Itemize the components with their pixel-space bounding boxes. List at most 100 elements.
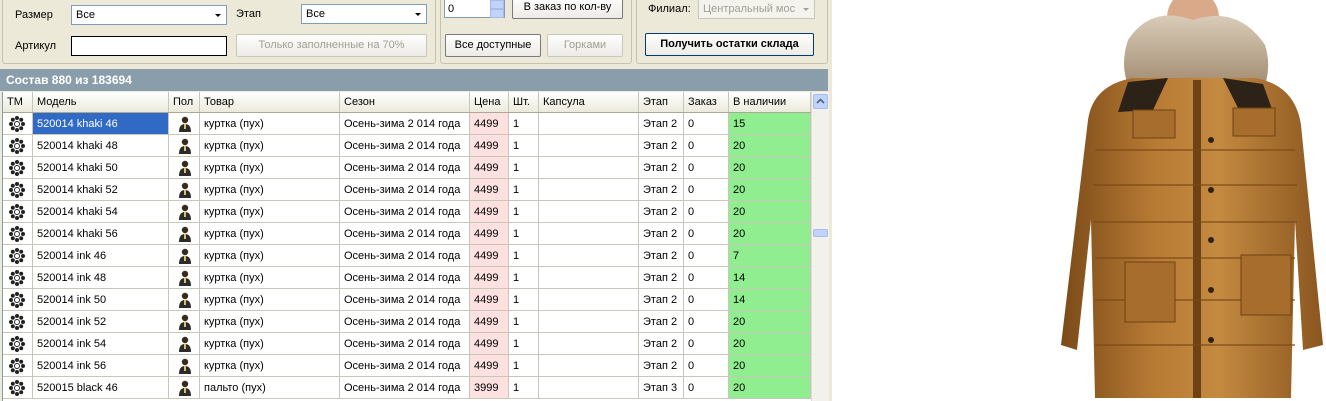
cell-order[interactable]: 0 [684, 157, 729, 179]
table-row[interactable]: 520014 khaki 56 куртка (пух) Осень-зима 2 … [3, 223, 811, 245]
cell-stage[interactable]: Этап 2 [639, 113, 684, 135]
brand-logo-icon[interactable] [3, 245, 33, 267]
cell-stock[interactable]: 20 [729, 223, 811, 245]
cell-model[interactable]: 520014 ink 48 [33, 267, 169, 289]
cell-qty[interactable]: 1 [509, 245, 539, 267]
brand-logo-icon[interactable] [3, 179, 33, 201]
spin-up-icon[interactable] [490, 0, 504, 9]
cell-season[interactable]: Осень-зима 2 014 года [340, 245, 470, 267]
cell-price[interactable]: 4499 [470, 223, 509, 245]
cell-product[interactable]: куртка (пух) [200, 223, 340, 245]
brand-logo-icon[interactable] [3, 333, 33, 355]
chevron-down-icon[interactable] [799, 1, 813, 17]
male-person-icon[interactable] [169, 267, 200, 289]
cell-stock[interactable]: 7 [729, 245, 811, 267]
cell-season[interactable]: Осень-зима 2 014 года [340, 223, 470, 245]
header-col-order[interactable]: Заказ [684, 92, 729, 112]
header-col-price[interactable]: Цена [470, 92, 509, 112]
cell-price[interactable]: 4499 [470, 267, 509, 289]
qty-stepper[interactable]: 0 [444, 0, 505, 18]
cell-order[interactable]: 0 [684, 289, 729, 311]
cell-price[interactable]: 4499 [470, 245, 509, 267]
cell-stock[interactable]: 14 [729, 267, 811, 289]
cell-season[interactable]: Осень-зима 2 014 года [340, 333, 470, 355]
cell-qty[interactable]: 1 [509, 223, 539, 245]
cell-order[interactable]: 0 [684, 377, 729, 399]
male-person-icon[interactable] [169, 311, 200, 333]
cell-product[interactable]: куртка (пух) [200, 179, 340, 201]
cell-price[interactable]: 4499 [470, 355, 509, 377]
table-row[interactable]: 520015 black 46 пальто (пух) Осень-зима 2 … [3, 377, 811, 399]
male-person-icon[interactable] [169, 135, 200, 157]
cell-product[interactable]: куртка (пух) [200, 267, 340, 289]
cell-stock[interactable]: 20 [729, 157, 811, 179]
cell-product[interactable]: пальто (пух) [200, 377, 340, 399]
cell-stock[interactable]: 14 [729, 289, 811, 311]
cell-model[interactable]: 520014 khaki 50 [33, 157, 169, 179]
cell-product[interactable]: куртка (пух) [200, 245, 340, 267]
cell-capsule[interactable] [539, 135, 639, 157]
male-person-icon[interactable] [169, 355, 200, 377]
cell-product[interactable]: куртка (пух) [200, 289, 340, 311]
cell-stage[interactable]: Этап 2 [639, 333, 684, 355]
cell-capsule[interactable] [539, 377, 639, 399]
cell-model[interactable]: 520015 black 46 [33, 377, 169, 399]
cell-stage[interactable]: Этап 2 [639, 179, 684, 201]
cell-qty[interactable]: 1 [509, 311, 539, 333]
spin-buttons[interactable] [490, 0, 504, 18]
cell-qty[interactable]: 1 [509, 355, 539, 377]
cell-model[interactable]: 520014 khaki 46 [33, 113, 169, 135]
cell-stage[interactable]: Этап 3 [639, 377, 684, 399]
cell-order[interactable]: 0 [684, 267, 729, 289]
cell-season[interactable]: Осень-зима 2 014 года [340, 157, 470, 179]
all-available-button[interactable]: Все доступные [445, 34, 541, 57]
scroll-thumb[interactable] [813, 229, 828, 237]
cell-qty[interactable]: 1 [509, 289, 539, 311]
cell-product[interactable]: куртка (пух) [200, 333, 340, 355]
cell-model[interactable]: 520014 khaki 52 [33, 179, 169, 201]
cell-price[interactable]: 3999 [470, 377, 509, 399]
cell-capsule[interactable] [539, 289, 639, 311]
cell-qty[interactable]: 1 [509, 157, 539, 179]
cell-model[interactable]: 520014 khaki 56 [33, 223, 169, 245]
header-col-stage[interactable]: Этап [639, 92, 684, 112]
cell-stock[interactable]: 20 [729, 135, 811, 157]
chevron-down-icon[interactable] [211, 7, 225, 23]
order-by-qty-button[interactable]: В заказ по кол-ву [512, 0, 623, 19]
cell-stage[interactable]: Этап 2 [639, 157, 684, 179]
brand-logo-icon[interactable] [3, 113, 33, 135]
table-row[interactable]: 520014 ink 50 куртка (пух) Осень-зима 2 01… [3, 289, 811, 311]
male-person-icon[interactable] [169, 113, 200, 135]
header-col-season[interactable]: Сезон [340, 92, 470, 112]
cell-model[interactable]: 520014 ink 54 [33, 333, 169, 355]
table-row[interactable]: 520014 ink 48 куртка (пух) Осень-зима 2 01… [3, 267, 811, 289]
header-col-tm[interactable]: ТМ [3, 92, 33, 112]
table-row[interactable]: 520014 ink 46 куртка (пух) Осень-зима 2 01… [3, 245, 811, 267]
chevron-down-icon[interactable] [411, 6, 425, 22]
header-col-qty[interactable]: Шт. [509, 92, 539, 112]
cell-season[interactable]: Осень-зима 2 014 года [340, 135, 470, 157]
filled-70-button[interactable]: Только заполненные на 70% [236, 34, 427, 57]
cell-season[interactable]: Осень-зима 2 014 года [340, 267, 470, 289]
cell-capsule[interactable] [539, 333, 639, 355]
cell-qty[interactable]: 1 [509, 267, 539, 289]
cell-price[interactable]: 4499 [470, 311, 509, 333]
cell-qty[interactable]: 1 [509, 377, 539, 399]
cell-capsule[interactable] [539, 355, 639, 377]
cell-stock[interactable]: 20 [729, 201, 811, 223]
brand-logo-icon[interactable] [3, 311, 33, 333]
cell-price[interactable]: 4499 [470, 289, 509, 311]
cell-qty[interactable]: 1 [509, 113, 539, 135]
cell-stage[interactable]: Этап 2 [639, 289, 684, 311]
cell-capsule[interactable] [539, 245, 639, 267]
brand-logo-icon[interactable] [3, 135, 33, 157]
brand-logo-icon[interactable] [3, 377, 33, 399]
male-person-icon[interactable] [169, 333, 200, 355]
table-row[interactable]: 520014 khaki 48 куртка (пух) Осень-зима 2 … [3, 135, 811, 157]
cell-model[interactable]: 520014 ink 52 [33, 311, 169, 333]
cell-qty[interactable]: 1 [509, 201, 539, 223]
male-person-icon[interactable] [169, 377, 200, 399]
branch-select[interactable]: Центральный мос [698, 0, 815, 19]
header-col-capsule[interactable]: Капсула [539, 92, 639, 112]
table-row[interactable]: 520014 khaki 50 куртка (пух) Осень-зима 2 … [3, 157, 811, 179]
